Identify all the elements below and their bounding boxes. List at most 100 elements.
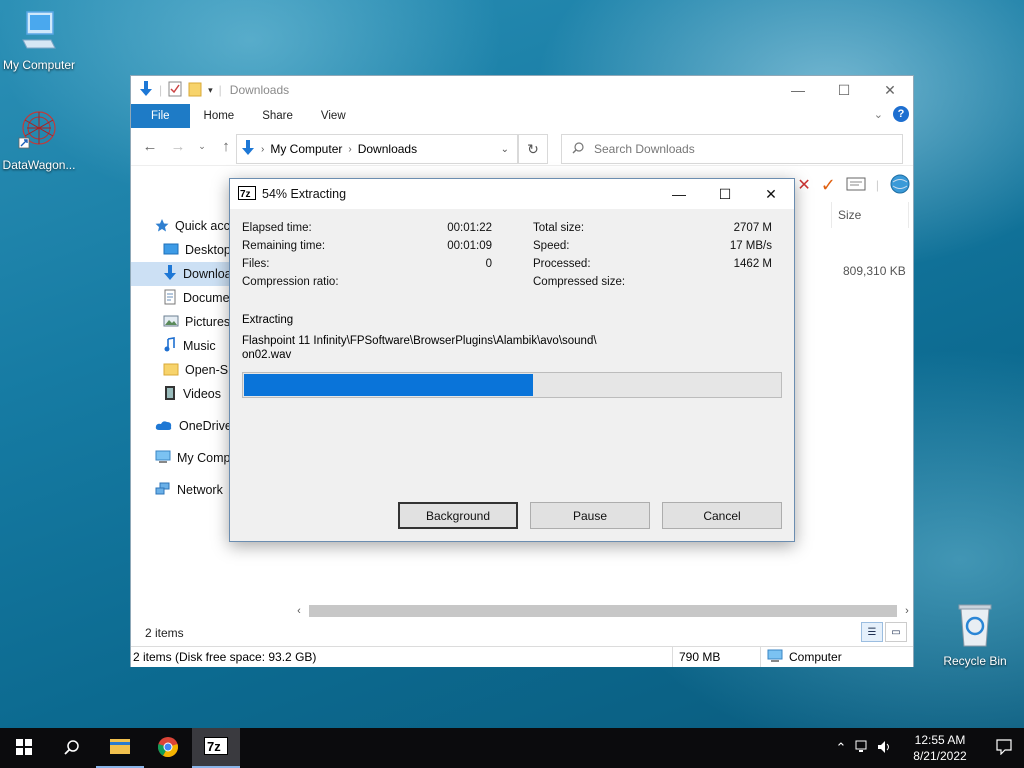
scroll-right-icon[interactable]: › — [899, 605, 915, 617]
speed-label: Speed: — [533, 240, 570, 252]
show-hidden-icons-icon[interactable]: ⌃ — [830, 740, 852, 756]
scroll-left-icon[interactable]: ‹ — [291, 605, 307, 617]
pictures-icon — [163, 314, 179, 331]
forward-arrow-icon[interactable]: → — [169, 138, 187, 155]
view-toggle: ☰ ▭ — [861, 622, 907, 642]
mail-icon[interactable] — [846, 177, 866, 194]
minimize-button[interactable]: — — [656, 179, 702, 209]
checkmark-icon[interactable]: ✓ — [821, 175, 836, 196]
tab-home[interactable]: Home — [190, 104, 249, 128]
expand-ribbon-icon[interactable]: ⌄ — [874, 108, 883, 121]
up-arrow-icon[interactable]: ↑ — [217, 138, 235, 155]
processed-value: 1462 M — [733, 258, 772, 270]
items-count: 2 items — [145, 626, 184, 640]
minimize-button[interactable]: — — [775, 76, 821, 104]
computer-icon — [0, 10, 81, 55]
extracting-file-path: Flashpoint 11 Infinity\FPSoftware\Browse… — [242, 334, 642, 362]
chevron-right-icon[interactable]: › — [261, 144, 264, 155]
properties-icon[interactable] — [168, 81, 182, 100]
file-explorer-icon — [109, 737, 131, 758]
desktop-icon-datawagon[interactable]: DataWagon... — [0, 108, 81, 172]
pause-button[interactable]: Pause — [530, 502, 650, 529]
status-location-label: Computer — [789, 650, 842, 664]
ribbon-right-controls: ⌄ ? — [874, 106, 909, 122]
clock-time: 12:55 AM — [914, 733, 966, 747]
new-folder-icon[interactable] — [188, 81, 202, 100]
search-input[interactable]: Search Downloads — [561, 134, 903, 164]
sidebar-item-label: Videos — [183, 387, 221, 401]
address-bar[interactable]: › My Computer › Downloads ⌄ — [236, 134, 518, 164]
desktop-icon-label: DataWagon... — [2, 158, 76, 172]
close-button[interactable]: ✕ — [748, 179, 794, 209]
breadcrumb-downloads[interactable]: Downloads — [358, 142, 417, 156]
tab-file[interactable]: File — [131, 104, 190, 128]
horizontal-scrollbar[interactable]: ‹ › — [291, 603, 915, 619]
maximize-button[interactable]: ☐ — [702, 179, 748, 209]
status-summary: 2 items (Disk free space: 93.2 GB) — [131, 647, 673, 667]
tab-share[interactable]: Share — [248, 104, 307, 128]
desktop-folder-icon — [163, 242, 179, 259]
customize-toolbar-icon[interactable]: ▾ — [208, 85, 213, 96]
desktop-icon-recycle-bin[interactable]: Recycle Bin — [933, 602, 1017, 668]
videos-icon — [163, 385, 177, 404]
taskbar-file-explorer[interactable] — [96, 728, 144, 768]
compressed-size-label: Compressed size: — [533, 276, 626, 288]
scrollbar-thumb[interactable] — [309, 605, 897, 617]
explorer-titlebar: | ▾ | Downloads — ☐ ✕ — [131, 76, 913, 104]
ribbon-tabs: File Home Share View ⌄ ? — [131, 104, 913, 128]
recycle-bin-icon — [933, 602, 1017, 651]
close-button[interactable]: ✕ — [867, 76, 913, 104]
recent-locations-icon[interactable]: ⌄ — [197, 141, 207, 152]
large-icons-view-icon[interactable]: ▭ — [885, 622, 907, 642]
back-arrow-icon[interactable]: ← — [141, 138, 159, 155]
background-button[interactable]: Background — [398, 502, 518, 529]
total-size-value: 2707 M — [733, 222, 772, 234]
notification-center-button[interactable] — [984, 738, 1024, 758]
start-button[interactable] — [0, 728, 48, 768]
system-tray: ⌃ 12:55 AM 8/21/2022 — [830, 728, 1024, 768]
window-controls: — ☐ ✕ — [775, 76, 913, 104]
speed-value: 17 MB/s — [729, 240, 772, 252]
toolbar-divider: | — [159, 83, 163, 97]
taskbar-search-button[interactable] — [48, 728, 96, 768]
title-divider: | — [218, 83, 222, 97]
taskbar-chrome[interactable] — [144, 728, 192, 768]
sidebar-item-label: Music — [183, 339, 216, 353]
stat-row: Remaining time: 00:01:09 Speed: 17 MB/s — [242, 240, 784, 258]
extract-stats: Elapsed time: 00:01:22 Total size: 2707 … — [242, 222, 784, 294]
breadcrumb-my-computer[interactable]: My Computer — [270, 142, 342, 156]
documents-icon — [163, 289, 177, 308]
remaining-time-value: 00:01:09 — [447, 240, 492, 252]
cancel-button[interactable]: Cancel — [662, 502, 782, 529]
volume-icon[interactable] — [874, 740, 896, 757]
search-placeholder: Search Downloads — [594, 142, 695, 156]
taskbar-7zip[interactable]: 7z — [192, 728, 240, 768]
help-icon[interactable]: ? — [893, 106, 909, 122]
processed-label: Processed: — [533, 258, 591, 270]
status-bar: 2 items (Disk free space: 93.2 GB) 790 M… — [131, 646, 913, 667]
network-status-icon[interactable] — [852, 740, 874, 757]
status-location: Computer — [761, 647, 842, 667]
clock[interactable]: 12:55 AM 8/21/2022 — [904, 732, 976, 764]
chrome-icon — [157, 736, 179, 761]
tab-view[interactable]: View — [307, 104, 360, 128]
dialog-title: 54% Extracting — [262, 187, 347, 201]
details-view-icon[interactable]: ☰ — [861, 622, 883, 642]
clock-date: 8/21/2022 — [913, 749, 967, 763]
delete-icon[interactable]: ✕ — [797, 175, 810, 195]
notification-icon — [996, 738, 1012, 758]
sidebar-item-label: Open-Sh — [185, 363, 236, 377]
maximize-button[interactable]: ☐ — [821, 76, 867, 104]
refresh-button[interactable]: ↻ — [518, 134, 548, 164]
chevron-down-icon[interactable]: ⌄ — [501, 144, 509, 155]
chevron-right-icon[interactable]: › — [348, 144, 351, 155]
file-path-line: Flashpoint 11 Infinity\FPSoftware\Browse… — [242, 335, 597, 347]
search-icon — [572, 141, 584, 157]
column-header-size[interactable]: Size — [831, 202, 909, 228]
globe-icon[interactable] — [889, 173, 911, 198]
desktop-icon-my-computer[interactable]: My Computer — [0, 10, 81, 72]
quick-access-toolbar: | ▾ — [139, 80, 213, 100]
download-arrow-icon — [139, 80, 153, 100]
7zip-icon: 7z — [204, 736, 228, 758]
download-arrow-icon — [163, 264, 177, 284]
